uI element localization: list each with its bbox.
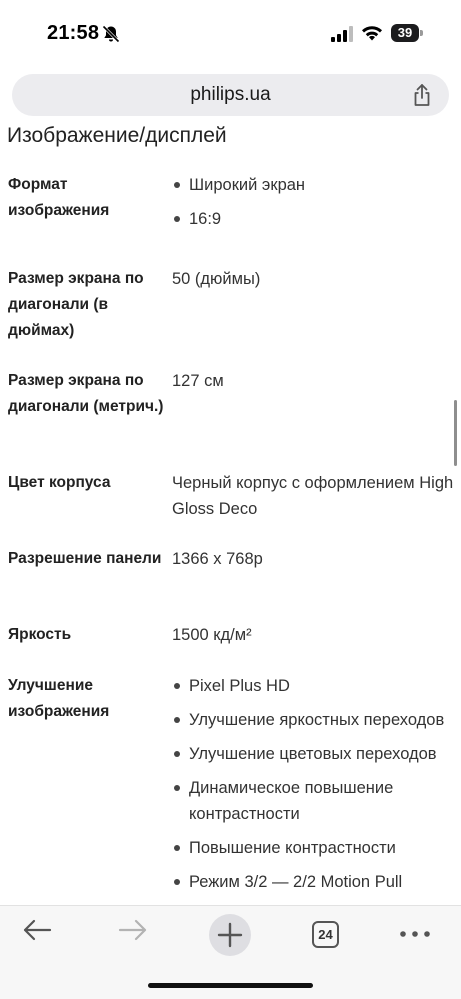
more-menu-icon[interactable] [398, 924, 432, 944]
forward-arrow-icon[interactable] [118, 918, 148, 942]
list-item: Режим 3/2 — 2/2 Motion Pull [172, 869, 456, 895]
list-item: 16:9 [172, 206, 456, 232]
list-item: Улучшение яркостных переходов [172, 707, 456, 733]
tab-count: 24 [318, 927, 333, 942]
list-item: Pixel Plus HD [172, 673, 456, 699]
share-icon[interactable] [411, 83, 433, 107]
spec-list-format: Широкий экран 16:9 [172, 172, 456, 240]
spec-list-enhancement: Pixel Plus HD Улучшение яркостных перехо… [172, 673, 456, 903]
spec-label-color: Цвет корпуса [8, 474, 111, 491]
spec-value-resolution: 1366 x 768p [172, 550, 263, 568]
back-arrow-icon[interactable] [22, 918, 52, 942]
bell-slash-icon [102, 25, 120, 43]
spec-value-brightness: 1500 кд/м² [172, 626, 252, 644]
spec-label-brightness: Яркость [8, 626, 72, 643]
address-bar[interactable]: philips.ua [12, 74, 449, 116]
battery-tip [420, 30, 423, 36]
spec-label-enhancement: Улучшение изображения [8, 677, 110, 720]
url-text[interactable]: philips.ua [12, 84, 449, 106]
spec-label-resolution: Разрешение панели [8, 550, 162, 567]
spec-label-size-inch: Размер экрана по диагонали (в дюймах) [8, 270, 144, 339]
tabs-button[interactable]: 24 [312, 921, 339, 948]
battery-level: 39 [391, 24, 419, 42]
wifi-icon [362, 26, 382, 41]
spec-value-size-metric: 127 см [172, 372, 224, 390]
list-item: Динамическое повышение контрастности [172, 775, 456, 827]
spec-label-format: Формат изображения [8, 176, 110, 219]
status-time: 21:58 [47, 22, 100, 44]
cellular-signal-icon [331, 26, 353, 42]
scrollbar[interactable] [454, 400, 457, 466]
section-title: Изображение/дисплей [7, 124, 227, 147]
spec-label-size-metric: Размер экрана по диагонали (метрич.) [8, 372, 164, 415]
home-indicator [148, 983, 313, 988]
list-item: Улучшение цветовых переходов [172, 741, 456, 767]
list-item: Широкий экран [172, 172, 456, 198]
new-tab-button[interactable] [209, 914, 251, 956]
spec-value-color: Черный корпус с оформлением High Gloss D… [172, 474, 454, 518]
list-item: Повышение контрастности [172, 835, 456, 861]
battery-icon: 39 [391, 24, 423, 42]
plus-icon [217, 922, 243, 948]
status-bar: 21:58 39 [0, 0, 461, 70]
spec-value-size-inch: 50 (дюймы) [172, 270, 261, 288]
